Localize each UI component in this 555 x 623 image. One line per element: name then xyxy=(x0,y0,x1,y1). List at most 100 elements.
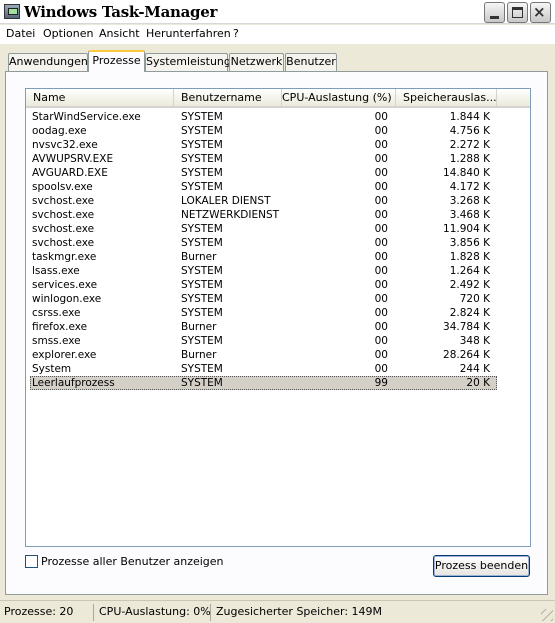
process-memory-cell: 11.904 K xyxy=(443,223,490,235)
process-name-cell: svchost.exe xyxy=(32,209,95,221)
table-row[interactable]: winlogon.exe SYSTEM 00 720 K xyxy=(26,292,530,306)
task-manager-window: Windows Task-Manager × Datei Optionen An… xyxy=(0,0,555,623)
process-name-cell: svchost.exe xyxy=(32,195,95,207)
column-name[interactable]: Name xyxy=(26,89,174,108)
table-row[interactable]: lsass.exe SYSTEM 00 1.264 K xyxy=(26,264,530,278)
menu-optionen[interactable]: Optionen xyxy=(43,27,93,40)
process-name-cell: svchost.exe xyxy=(32,223,95,235)
process-name-cell: spoolsv.exe xyxy=(32,181,93,193)
process-cpu-cell: 00 xyxy=(374,349,388,361)
process-memory-cell: 2.824 K xyxy=(449,307,490,319)
table-row[interactable]: taskmgr.exe Burner 00 1.828 K xyxy=(26,250,530,264)
process-user-cell: SYSTEM xyxy=(181,279,223,291)
menu-help[interactable]: ? xyxy=(233,27,239,40)
title-bar[interactable]: Windows Task-Manager × xyxy=(0,0,555,24)
column-memory[interactable]: Speicherauslas... xyxy=(396,89,497,108)
menu-bar: Datei Optionen Ansicht Herunterfahren ? xyxy=(0,25,555,44)
table-row[interactable]: System SYSTEM 00 244 K xyxy=(26,362,530,376)
process-memory-cell: 1.828 K xyxy=(449,251,490,263)
menu-datei[interactable]: Datei xyxy=(6,27,35,40)
column-username[interactable]: Benutzername xyxy=(174,89,282,108)
table-row[interactable]: smss.exe SYSTEM 00 348 K xyxy=(26,334,530,348)
process-user-cell: LOKALER DIENST xyxy=(181,195,271,207)
process-name-cell: nvsvc32.exe xyxy=(32,139,98,151)
process-cpu-cell: 00 xyxy=(374,363,388,375)
minimize-button[interactable] xyxy=(484,2,505,23)
table-row[interactable]: explorer.exe Burner 00 28.264 K xyxy=(26,348,530,362)
process-name-cell: taskmgr.exe xyxy=(32,251,97,263)
table-row[interactable]: StarWindService.exe SYSTEM 00 1.844 K xyxy=(26,110,530,124)
process-name-cell: csrss.exe xyxy=(32,307,81,319)
tab-prozesse[interactable]: Prozesse xyxy=(88,50,145,72)
table-row[interactable]: firefox.exe Burner 00 34.784 K xyxy=(26,320,530,334)
table-row[interactable]: svchost.exe LOKALER DIENST 00 3.268 K xyxy=(26,194,530,208)
process-cpu-cell: 00 xyxy=(374,307,388,319)
close-button[interactable]: × xyxy=(530,2,551,23)
process-memory-cell: 3.856 K xyxy=(449,237,490,249)
tab-strip: Anwendungen Prozesse Systemleistung Netz… xyxy=(0,50,555,72)
processes-panel: Name Benutzername CPU-Auslastung (%) Spe… xyxy=(5,71,548,595)
tab-anwendungen[interactable]: Anwendungen xyxy=(8,53,88,72)
table-row[interactable]: oodag.exe SYSTEM 00 4.756 K xyxy=(26,124,530,138)
minimize-icon xyxy=(490,16,499,19)
process-name-cell: StarWindService.exe xyxy=(32,111,141,123)
show-all-users-checkbox[interactable] xyxy=(25,555,38,568)
process-name-cell: lsass.exe xyxy=(32,265,80,277)
process-name-cell: winlogon.exe xyxy=(32,293,102,305)
process-cpu-cell: 00 xyxy=(374,321,388,333)
process-memory-cell: 2.272 K xyxy=(449,139,490,151)
tab-systemleistung[interactable]: Systemleistung xyxy=(145,53,231,72)
table-row[interactable]: AVGUARD.EXE SYSTEM 00 14.840 K xyxy=(26,166,530,180)
table-row[interactable]: AVWUPSRV.EXE SYSTEM 00 1.288 K xyxy=(26,152,530,166)
process-name-cell: AVGUARD.EXE xyxy=(32,167,108,179)
process-user-cell: Burner xyxy=(181,251,217,263)
column-header: Name Benutzername CPU-Auslastung (%) Spe… xyxy=(26,89,530,108)
process-name-cell: AVWUPSRV.EXE xyxy=(32,153,114,165)
process-cpu-cell: 00 xyxy=(374,181,388,193)
menu-ansicht[interactable]: Ansicht xyxy=(99,27,140,40)
resize-grip[interactable] xyxy=(541,609,553,621)
table-row[interactable]: services.exe SYSTEM 00 2.492 K xyxy=(26,278,530,292)
process-user-cell: Burner xyxy=(181,349,217,361)
process-cpu-cell: 00 xyxy=(374,139,388,151)
process-memory-cell: 244 K xyxy=(459,363,490,375)
tab-netzwerk[interactable]: Netzwerk xyxy=(229,53,284,72)
process-list[interactable]: Name Benutzername CPU-Auslastung (%) Spe… xyxy=(25,88,531,547)
process-memory-cell: 14.840 K xyxy=(443,167,490,179)
menu-herunterfahren[interactable]: Herunterfahren xyxy=(146,27,231,40)
process-user-cell: SYSTEM xyxy=(181,111,223,123)
process-cpu-cell: 00 xyxy=(374,293,388,305)
process-memory-cell: 4.756 K xyxy=(449,125,490,137)
table-row[interactable]: spoolsv.exe SYSTEM 00 4.172 K xyxy=(26,180,530,194)
process-user-cell: SYSTEM xyxy=(181,181,223,193)
window-title: Windows Task-Manager xyxy=(24,3,218,21)
end-process-button[interactable]: Prozess beenden xyxy=(433,555,530,577)
maximize-button[interactable] xyxy=(507,2,528,23)
table-row[interactable]: Leerlaufprozess SYSTEM 99 20 K xyxy=(26,376,530,390)
process-name-cell: svchost.exe xyxy=(32,237,95,249)
process-memory-cell: 720 K xyxy=(459,293,490,305)
process-user-cell: SYSTEM xyxy=(181,363,223,375)
table-row[interactable]: csrss.exe SYSTEM 00 2.824 K xyxy=(26,306,530,320)
process-memory-cell: 3.268 K xyxy=(449,195,490,207)
process-user-cell: SYSTEM xyxy=(181,237,223,249)
table-row[interactable]: svchost.exe SYSTEM 00 11.904 K xyxy=(26,222,530,236)
show-all-users-label[interactable]: Prozesse aller Benutzer anzeigen xyxy=(41,555,224,568)
process-cpu-cell: 00 xyxy=(374,265,388,277)
process-cpu-cell: 00 xyxy=(374,223,388,235)
process-user-cell: SYSTEM xyxy=(181,223,223,235)
task-manager-icon xyxy=(4,4,20,19)
process-cpu-cell: 00 xyxy=(374,209,388,221)
table-row[interactable]: nvsvc32.exe SYSTEM 00 2.272 K xyxy=(26,138,530,152)
tab-benutzer[interactable]: Benutzer xyxy=(285,53,337,72)
process-memory-cell: 28.264 K xyxy=(443,349,490,361)
column-cpu[interactable]: CPU-Auslastung (%) xyxy=(282,89,396,108)
process-cpu-cell: 00 xyxy=(374,167,388,179)
process-memory-cell: 34.784 K xyxy=(443,321,490,333)
table-row[interactable]: svchost.exe NETZWERKDIENST 00 3.468 K xyxy=(26,208,530,222)
table-row[interactable]: svchost.exe SYSTEM 00 3.856 K xyxy=(26,236,530,250)
process-rows: StarWindService.exe SYSTEM 00 1.844 Koodag.… xyxy=(26,110,530,390)
process-memory-cell: 4.172 K xyxy=(449,181,490,193)
process-name-cell: explorer.exe xyxy=(32,349,97,361)
process-name-cell: smss.exe xyxy=(32,335,81,347)
